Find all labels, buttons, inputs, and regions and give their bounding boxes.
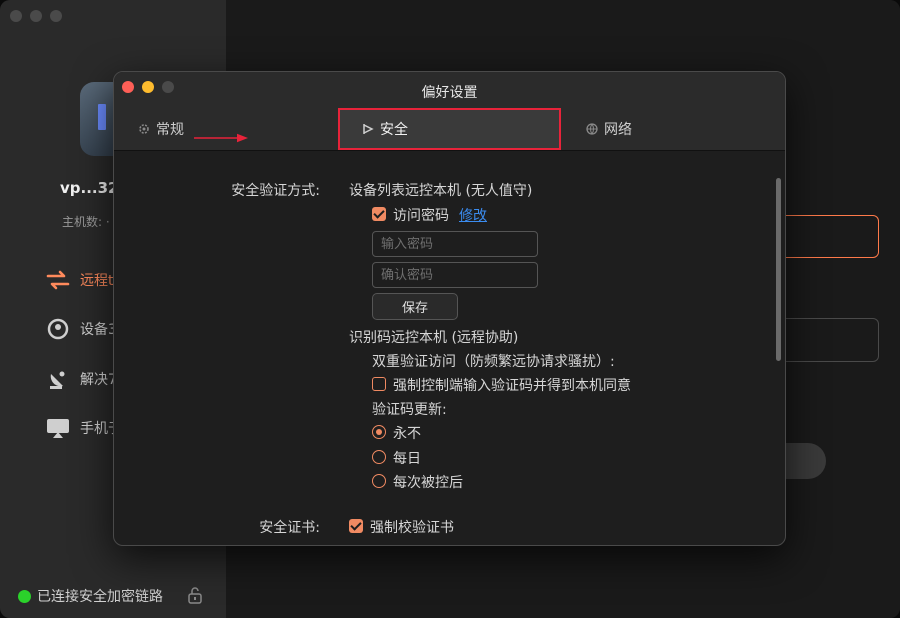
force-verify-label: 强制控制端输入验证码并得到本机同意 bbox=[393, 378, 631, 394]
background-button[interactable] bbox=[780, 443, 826, 479]
nav-item-remote[interactable]: 远程t bbox=[46, 268, 114, 292]
status-text: 已连接安全加密链路 bbox=[37, 589, 163, 605]
save-button[interactable]: 保存 bbox=[372, 293, 458, 320]
force-cert-label: 强制校验证书 bbox=[370, 520, 454, 536]
remote-arrows-icon bbox=[46, 268, 70, 292]
host-count: 主机数: · bbox=[62, 215, 110, 229]
nav-item-devices[interactable]: 设备3 bbox=[46, 317, 117, 341]
force-verify-checkbox[interactable] bbox=[372, 377, 386, 391]
minimize-dot[interactable] bbox=[30, 10, 42, 22]
nav-item-solutions[interactable]: 解决7 bbox=[46, 367, 117, 391]
radio-each-control[interactable] bbox=[372, 474, 386, 488]
tab-label: 常规 bbox=[156, 122, 184, 138]
nav-label: 远程t bbox=[80, 273, 114, 289]
tab-label: 安全 bbox=[380, 122, 408, 138]
id-code-title: 识别码远控本机 (远程协助) bbox=[349, 330, 519, 346]
device-icon bbox=[46, 317, 70, 341]
zoom-dot[interactable] bbox=[50, 10, 62, 22]
device-list-title: 设备列表远控本机 (无人值守) bbox=[349, 183, 533, 199]
radio-daily[interactable] bbox=[372, 450, 386, 464]
flag-icon bbox=[363, 124, 374, 134]
dialog-title: 偏好设置 bbox=[421, 85, 478, 101]
status-indicator-icon bbox=[18, 589, 31, 603]
satellite-icon bbox=[46, 367, 70, 391]
nav-label: 设备3 bbox=[80, 322, 117, 338]
code-update-label: 验证码更新: bbox=[372, 402, 447, 418]
main-traffic-lights bbox=[10, 10, 62, 22]
tab-general[interactable]: 常规 bbox=[138, 108, 184, 150]
tab-network[interactable]: 网络 bbox=[586, 108, 632, 150]
background-input-focused[interactable] bbox=[780, 215, 879, 258]
radio-daily-label: 每日 bbox=[393, 451, 421, 467]
password-input[interactable] bbox=[372, 231, 538, 257]
access-password-checkbox[interactable] bbox=[372, 207, 386, 221]
annotation-arrow-icon bbox=[194, 133, 248, 143]
gear-icon bbox=[139, 124, 149, 134]
auth-method-label: 安全验证方式: bbox=[231, 183, 320, 199]
radio-never[interactable] bbox=[372, 425, 386, 439]
nav-item-mobile[interactable]: 手机于 bbox=[46, 416, 122, 440]
tab-label: 网络 bbox=[604, 122, 632, 138]
tab-security[interactable]: 安全 bbox=[338, 108, 561, 150]
connection-status: 已连接安全加密链路 bbox=[18, 586, 163, 606]
access-password-label: 访问密码 bbox=[393, 208, 449, 224]
screen-cast-icon bbox=[46, 416, 70, 440]
modify-link[interactable]: 修改 bbox=[459, 205, 487, 225]
unlock-icon[interactable] bbox=[187, 586, 203, 608]
two-factor-label: 双重验证访问（防频繁远协请求骚扰）: bbox=[372, 354, 615, 370]
radio-never-label: 永不 bbox=[393, 426, 421, 442]
force-cert-checkbox[interactable] bbox=[349, 519, 363, 533]
radio-each-control-label: 每次被控后 bbox=[393, 475, 463, 491]
nav-label: 解决7 bbox=[80, 372, 117, 388]
scrollbar[interactable] bbox=[776, 178, 781, 361]
background-input[interactable] bbox=[780, 318, 879, 362]
close-dot[interactable] bbox=[10, 10, 22, 22]
confirm-password-input[interactable] bbox=[372, 262, 538, 288]
cert-label: 安全证书: bbox=[259, 520, 320, 536]
globe-icon bbox=[586, 123, 598, 135]
device-name: vp...32 bbox=[60, 179, 119, 197]
